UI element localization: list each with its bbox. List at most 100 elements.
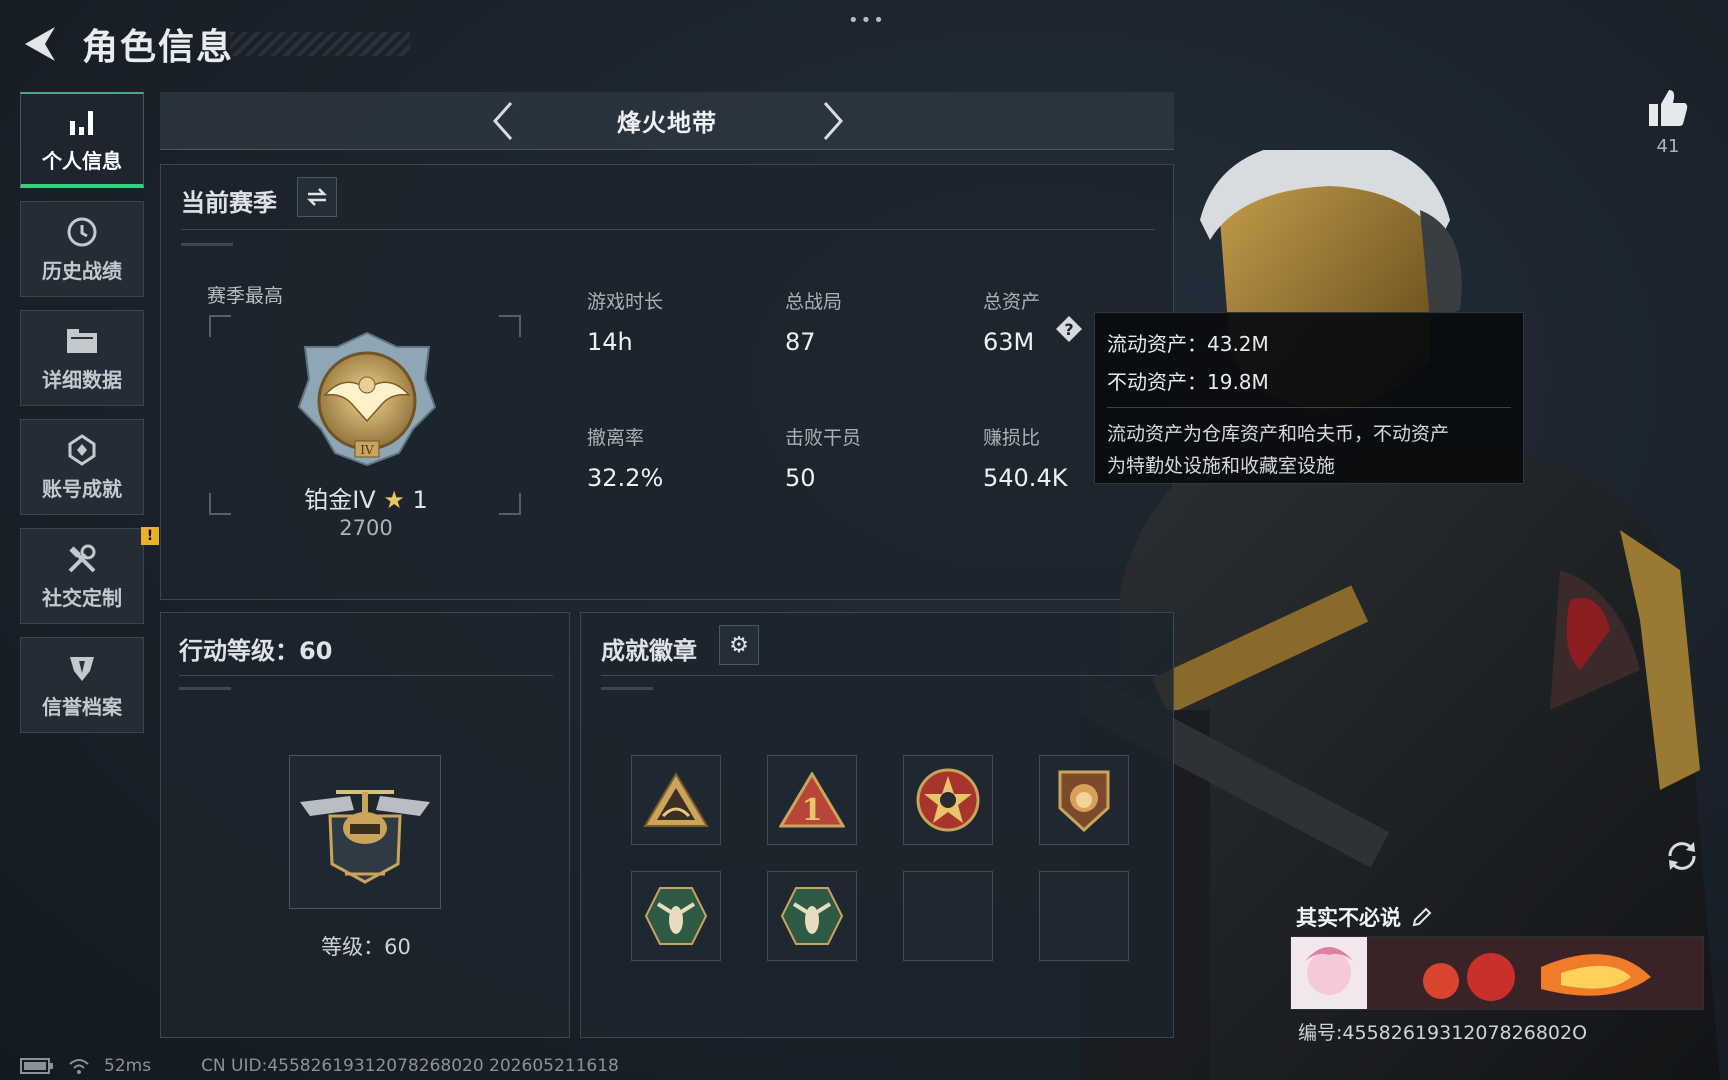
bar-chart-icon bbox=[67, 105, 97, 139]
header: 角色信息 bbox=[18, 22, 234, 68]
ping-value: 52ms bbox=[104, 1056, 152, 1076]
decor-tick bbox=[601, 687, 653, 690]
tooltip-liquid-assets: 流动资产：43.2M bbox=[1107, 332, 1269, 356]
season-title: 当前赛季 bbox=[181, 189, 277, 217]
like-button[interactable]: 41 bbox=[1640, 88, 1696, 157]
rotate-model-icon[interactable] bbox=[1664, 838, 1700, 874]
lion-badge-icon bbox=[1058, 770, 1110, 832]
level-value: 等级：60 bbox=[321, 935, 411, 959]
mode-selector: 烽火地带 bbox=[160, 92, 1174, 150]
badge-settings-button[interactable]: ⚙ bbox=[719, 625, 759, 665]
tooltip-fixed-assets: 不动资产：19.8M bbox=[1107, 370, 1269, 394]
player-name: 其实不必说 bbox=[1296, 902, 1433, 932]
back-arrow-icon bbox=[25, 27, 55, 61]
badge-slot-4[interactable] bbox=[1039, 755, 1129, 845]
thumbs-up-icon bbox=[1649, 90, 1688, 126]
sidebar-item-history[interactable]: 历史战绩 bbox=[20, 201, 144, 297]
stat-value: 540.4K bbox=[983, 464, 1068, 492]
swap-icon bbox=[306, 188, 328, 206]
player-name-text: 其实不必说 bbox=[1296, 906, 1401, 930]
stat-kills: 击败干员 50 bbox=[785, 423, 861, 492]
stat-value: 32.2% bbox=[587, 464, 664, 492]
stat-value: 14h bbox=[587, 328, 633, 356]
tooltip-divider bbox=[1107, 407, 1511, 408]
level-divider bbox=[179, 675, 553, 676]
prev-mode-button[interactable] bbox=[480, 98, 526, 144]
stat-label: 游戏时长 bbox=[587, 291, 664, 313]
star-icon: ★ bbox=[383, 486, 405, 514]
badge-slot-5[interactable] bbox=[631, 871, 721, 961]
badges-divider bbox=[601, 675, 1157, 676]
stat-label: 撤离率 bbox=[587, 427, 645, 449]
edit-pencil-icon[interactable] bbox=[1411, 906, 1433, 928]
alert-badge: ! bbox=[141, 527, 159, 545]
tools-icon bbox=[66, 542, 98, 576]
status-footer: 52ms CN UID:45582619312078268020 2026052… bbox=[20, 1056, 619, 1076]
stat-label: 总资产 bbox=[983, 291, 1041, 313]
stat-label: 赚损比 bbox=[983, 427, 1041, 449]
stat-value: 50 bbox=[785, 464, 816, 492]
stat-total-assets: 总资产 63M bbox=[983, 287, 1040, 356]
card-id: 编号:4558261931207826802O bbox=[1298, 1022, 1588, 1044]
achievement-icon bbox=[67, 433, 97, 467]
help-icon[interactable]: ? bbox=[1055, 315, 1083, 343]
tooltip-description-line1: 流动资产为仓库资产和哈夫币，不动资产 bbox=[1107, 423, 1450, 445]
credit-shield-icon bbox=[67, 651, 97, 685]
badge-slot-1[interactable] bbox=[631, 755, 721, 845]
sidebar-item-social-custom[interactable]: ! 社交定制 bbox=[20, 527, 159, 624]
number-one-badge-icon: 1 bbox=[779, 772, 845, 828]
name-card-artwork bbox=[1291, 937, 1703, 1009]
stat-extract-rate: 撤离率 32.2% bbox=[587, 423, 663, 492]
level-emblem-frame[interactable] bbox=[289, 755, 441, 909]
switch-season-button[interactable] bbox=[297, 177, 337, 217]
wasp-badge-icon bbox=[644, 887, 708, 945]
badge-slot-3[interactable] bbox=[903, 755, 993, 845]
more-options-dots[interactable]: ••• bbox=[848, 10, 886, 31]
uid-text: CN UID:45582619312078268020 202605211618 bbox=[201, 1056, 619, 1076]
achievement-badges-panel: 成就徽章 ⚙ 1 bbox=[580, 612, 1174, 1038]
mode-title: 烽火地带 bbox=[617, 109, 717, 137]
stat-label: 击败干员 bbox=[785, 427, 862, 449]
badges-title: 成就徽章 bbox=[601, 637, 697, 665]
name-card-banner[interactable] bbox=[1290, 936, 1704, 1010]
rank-tier: 铂金IV bbox=[304, 486, 376, 514]
svg-text:IV: IV bbox=[360, 443, 374, 457]
badge-slot-6[interactable] bbox=[767, 871, 857, 961]
wifi-icon bbox=[69, 1059, 89, 1074]
rank-name: 铂金IV ★ 1 bbox=[221, 480, 511, 515]
stat-label: 总战局 bbox=[785, 291, 843, 313]
platinum-rank-emblem-icon: IV bbox=[297, 331, 437, 467]
sidebar-item-credit-record[interactable]: 信誉档案 bbox=[20, 637, 144, 733]
title-decoration bbox=[230, 32, 410, 56]
star-badge-icon bbox=[916, 768, 980, 832]
battery-icon bbox=[20, 1058, 53, 1074]
back-button[interactable] bbox=[18, 22, 60, 66]
stat-play-time: 游戏时长 14h bbox=[587, 287, 663, 356]
sidebar-item-achievements[interactable]: 账号成就 bbox=[20, 419, 144, 515]
level-title: 行动等级：60 bbox=[179, 637, 333, 665]
sidebar-item-label: 账号成就 bbox=[42, 476, 122, 501]
assets-tooltip: 流动资产：43.2M 不动资产：19.8M 流动资产为仓库资产和哈夫币，不动资产… bbox=[1094, 312, 1524, 484]
decor-tick bbox=[179, 687, 231, 690]
sidebar-item-personal-info[interactable]: 个人信息 bbox=[20, 92, 144, 188]
wasp-badge-icon bbox=[780, 887, 844, 945]
sidebar-item-detail-data[interactable]: 详细数据 bbox=[20, 310, 144, 406]
tent-badge-icon bbox=[643, 772, 709, 827]
gear-icon: ⚙ bbox=[729, 632, 749, 658]
season-best-label: 赛季最高 bbox=[207, 285, 284, 307]
chevron-right-icon bbox=[823, 102, 844, 140]
decor-tick bbox=[181, 243, 233, 246]
badge-slot-8-empty[interactable] bbox=[1039, 871, 1129, 961]
stat-total-matches: 总战局 87 bbox=[785, 287, 842, 356]
badge-slot-2[interactable]: 1 bbox=[767, 755, 857, 845]
sidebar-item-label: 信誉档案 bbox=[42, 694, 122, 719]
history-clock-icon bbox=[66, 215, 98, 249]
next-mode-button[interactable] bbox=[810, 98, 856, 144]
rank-stars: 1 bbox=[412, 486, 428, 514]
sidebar-item-label: 个人信息 bbox=[42, 148, 122, 173]
season-divider bbox=[181, 229, 1155, 230]
chevron-left-icon bbox=[492, 102, 513, 140]
sidebar: 个人信息 历史战绩 详细数据 账号成就 ! 社交定制 信誉档案 bbox=[20, 92, 159, 746]
svg-text:1: 1 bbox=[802, 793, 823, 828]
badge-slot-7-empty[interactable] bbox=[903, 871, 993, 961]
